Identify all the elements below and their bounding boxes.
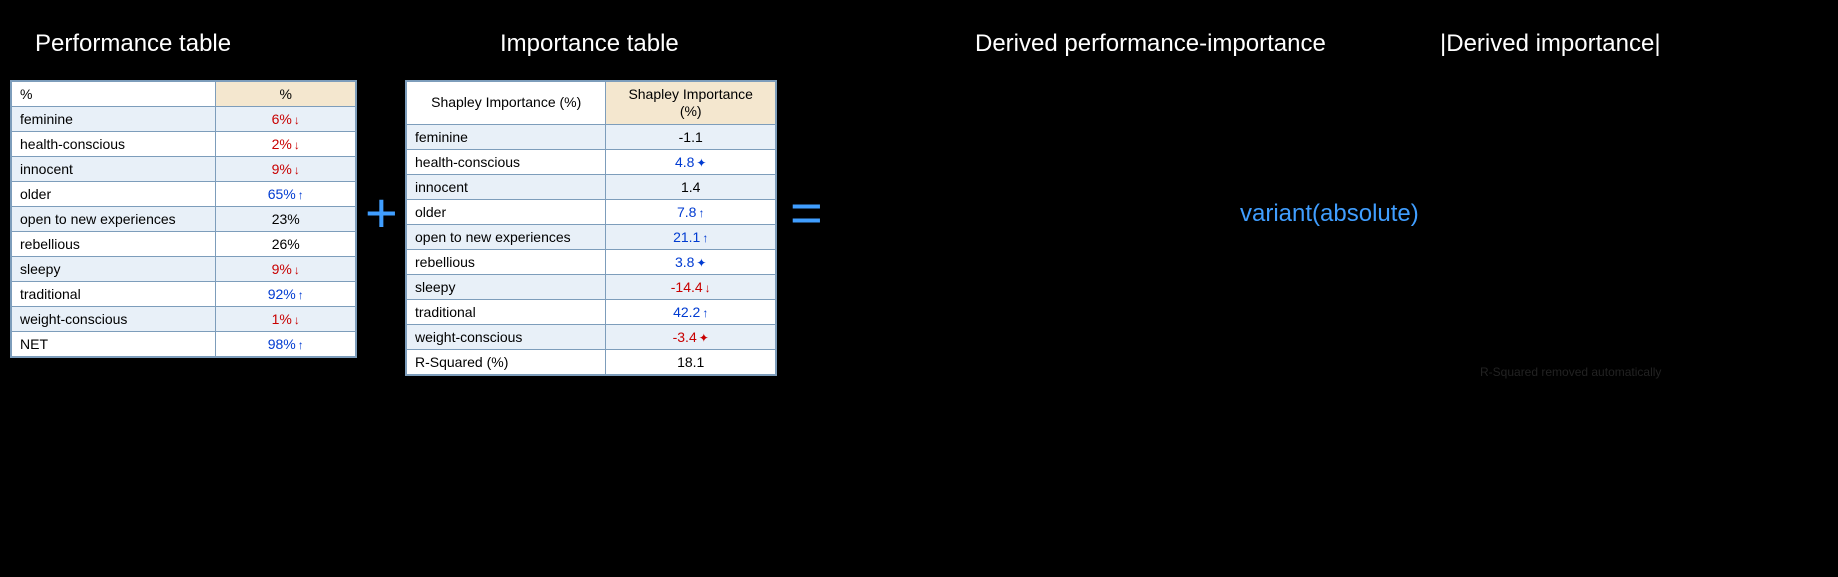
row-label: older	[407, 199, 606, 224]
row-value: 7.8↑	[606, 199, 776, 224]
row-label: feminine	[12, 107, 216, 132]
table-row: health-conscious2%↓	[12, 132, 356, 157]
operator-plus: +	[365, 180, 398, 245]
row-label: sleepy	[12, 257, 216, 282]
perf-header-right: %	[216, 82, 356, 107]
row-label: traditional	[407, 299, 606, 324]
row-value: -3.4✦	[606, 324, 776, 349]
table-row: feminine-1.1	[407, 124, 776, 149]
row-value: 42.2↑	[606, 299, 776, 324]
row-label: health-conscious	[12, 132, 216, 157]
table-row: open to new experiences21.1↑	[407, 224, 776, 249]
row-value: 98%↑	[216, 332, 356, 357]
table-row: NET98%↑	[12, 332, 356, 357]
row-label: rebellious	[12, 232, 216, 257]
row-value: 21.1↑	[606, 224, 776, 249]
perf-header-left: %	[12, 82, 216, 107]
heading-performance: Performance table	[35, 30, 231, 58]
row-label: rebellious	[407, 249, 606, 274]
rsq-removed-note: R-Squared removed automatically	[1480, 365, 1661, 379]
row-value: 23%	[216, 207, 356, 232]
operator-equals: =	[790, 180, 823, 245]
operator-variant: variant(absolute)	[1240, 200, 1419, 228]
row-value: 26%	[216, 232, 356, 257]
table-row: innocent9%↓	[12, 157, 356, 182]
table-row: rebellious26%	[12, 232, 356, 257]
table-row: sleepy9%↓	[12, 257, 356, 282]
table-row: R-Squared (%)18.1	[407, 349, 776, 374]
row-label: innocent	[407, 174, 606, 199]
row-value: 65%↑	[216, 182, 356, 207]
table-row: weight-conscious1%↓	[12, 307, 356, 332]
importance-table: Shapley Importance (%) Shapley Importanc…	[405, 80, 777, 376]
row-label: sleepy	[407, 274, 606, 299]
row-label: NET	[12, 332, 216, 357]
row-label: health-conscious	[407, 149, 606, 174]
row-value: 1%↓	[216, 307, 356, 332]
row-value: 1.4	[606, 174, 776, 199]
table-row: innocent1.4	[407, 174, 776, 199]
heading-importance: Importance table	[500, 30, 679, 58]
row-value: -14.4↓	[606, 274, 776, 299]
table-row: sleepy-14.4↓	[407, 274, 776, 299]
row-value: 6%↓	[216, 107, 356, 132]
row-label: open to new experiences	[407, 224, 606, 249]
row-value: 2%↓	[216, 132, 356, 157]
row-label: weight-conscious	[407, 324, 606, 349]
table-row: older7.8↑	[407, 199, 776, 224]
table-row: open to new experiences23%	[12, 207, 356, 232]
imp-header-left: Shapley Importance (%)	[407, 82, 606, 125]
row-value: 18.1	[606, 349, 776, 374]
heading-derived-abs: |Derived importance|	[1440, 30, 1661, 58]
table-row: weight-conscious-3.4✦	[407, 324, 776, 349]
row-value: 92%↑	[216, 282, 356, 307]
table-row: traditional92%↑	[12, 282, 356, 307]
row-value: 4.8✦	[606, 149, 776, 174]
table-row: health-conscious4.8✦	[407, 149, 776, 174]
imp-header-right: Shapley Importance (%)	[606, 82, 776, 125]
performance-table: % % feminine6%↓health-conscious2%↓innoce…	[10, 80, 357, 358]
row-value: 3.8✦	[606, 249, 776, 274]
table-row: rebellious3.8✦	[407, 249, 776, 274]
row-label: R-Squared (%)	[407, 349, 606, 374]
row-label: feminine	[407, 124, 606, 149]
table-row: traditional42.2↑	[407, 299, 776, 324]
row-label: innocent	[12, 157, 216, 182]
heading-derived: Derived performance-importance	[975, 30, 1326, 58]
row-value: 9%↓	[216, 157, 356, 182]
row-value: 9%↓	[216, 257, 356, 282]
row-label: traditional	[12, 282, 216, 307]
table-row: feminine6%↓	[12, 107, 356, 132]
row-label: weight-conscious	[12, 307, 216, 332]
row-value: -1.1	[606, 124, 776, 149]
row-label: older	[12, 182, 216, 207]
table-row: older65%↑	[12, 182, 356, 207]
row-label: open to new experiences	[12, 207, 216, 232]
